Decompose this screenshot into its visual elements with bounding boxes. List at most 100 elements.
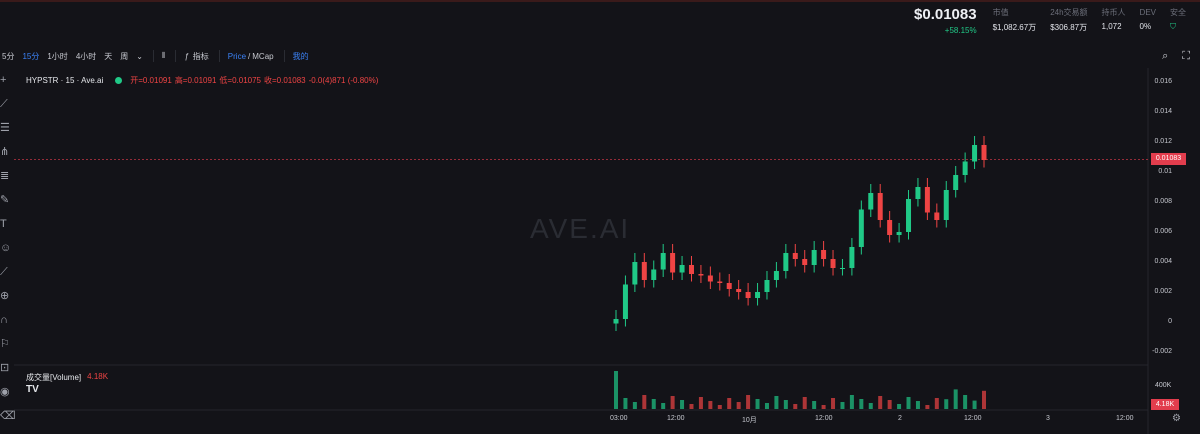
- candle-body: [830, 259, 836, 268]
- stat-dev: DEV 0%: [1139, 8, 1156, 31]
- divider: [218, 50, 220, 62]
- price-toggle[interactable]: Price: [228, 52, 246, 61]
- volume-bar: [915, 401, 920, 409]
- volume-bar: [972, 400, 977, 409]
- toolbar-right: ⌕ ⛶: [1148, 46, 1190, 66]
- price-tick: 0.008: [1154, 198, 1172, 205]
- mcap-toggle[interactable]: MCap: [252, 52, 273, 61]
- price-change: +58.15%: [944, 26, 977, 35]
- current-price-tag: 0.01083: [1151, 153, 1186, 165]
- candle-body: [717, 281, 723, 283]
- volume-bar: [764, 403, 769, 409]
- price-tick: 0: [1168, 318, 1172, 325]
- volume-bar: [868, 403, 873, 409]
- volume-bar: [859, 399, 864, 409]
- candle-body: [802, 259, 808, 265]
- volume-bar: [963, 395, 968, 409]
- interval-1h[interactable]: 1小时: [47, 51, 67, 62]
- candle-body: [943, 190, 949, 220]
- interval-week[interactable]: 周: [120, 51, 128, 62]
- volume-bar: [802, 397, 807, 409]
- candle-body: [726, 283, 732, 289]
- interval-day[interactable]: 天: [104, 51, 112, 62]
- candle-body: [613, 319, 619, 324]
- volume-bar: [661, 403, 666, 409]
- price-chart[interactable]: [0, 68, 1200, 434]
- time-tick: 03:00: [610, 415, 628, 422]
- divider: [283, 50, 285, 62]
- price-tick: 0.002: [1154, 288, 1172, 295]
- volume-bar: [755, 399, 760, 409]
- volume-bar: [944, 399, 949, 409]
- candle-body: [868, 193, 874, 210]
- candle-body: [924, 187, 930, 213]
- volume-bar: [736, 402, 741, 409]
- candle-body: [736, 289, 742, 292]
- candle-body: [906, 199, 912, 232]
- tradingview-logo[interactable]: TV: [26, 384, 48, 398]
- candle-type-icon[interactable]: ⫴: [162, 51, 165, 61]
- stat-market-cap: 市值 $1,082.67万: [992, 8, 1037, 32]
- toggle-separator: /: [248, 51, 251, 61]
- volume-bar: [793, 404, 798, 409]
- candle-body: [792, 253, 798, 259]
- interval-15m[interactable]: 15分: [22, 51, 39, 62]
- volume-bar: [708, 401, 713, 409]
- volume-bar: [953, 389, 958, 409]
- volume-bar: [906, 397, 911, 409]
- volume-bar: [746, 395, 751, 409]
- chevron-down-icon[interactable]: ⌄: [136, 52, 143, 61]
- price-tick: 0.014: [1154, 108, 1172, 115]
- candle-body: [849, 247, 855, 268]
- volume-bar: [632, 402, 637, 409]
- watermark: AVE.AI: [530, 213, 631, 244]
- mine-button[interactable]: 我的: [293, 51, 309, 62]
- low-value: 低=0.01075: [219, 76, 261, 85]
- fx-icon[interactable]: ƒ: [184, 52, 188, 61]
- time-tick: 12:00: [964, 415, 982, 422]
- candle-body: [972, 145, 978, 162]
- volume-bar: [651, 399, 656, 409]
- stat-security[interactable]: 安全 ⛉: [1170, 4, 1186, 32]
- search-icon[interactable]: ⌕: [1162, 50, 1168, 63]
- interval-4h[interactable]: 4小时: [76, 51, 96, 62]
- volume-bar: [878, 396, 883, 409]
- change-value: -0.0(4)871 (-0.80%): [308, 76, 379, 85]
- volume-bar: [698, 397, 703, 409]
- time-tick: 3: [1046, 415, 1050, 422]
- candle-body: [962, 161, 968, 175]
- volume-value: 4.18K: [87, 372, 109, 381]
- price-tick: 0.004: [1154, 258, 1172, 265]
- price-tick: 0.012: [1154, 138, 1172, 145]
- fullscreen-icon[interactable]: ⛶: [1182, 50, 1190, 63]
- candle-body: [755, 292, 761, 298]
- volume-bar: [897, 404, 902, 409]
- price-tick: -0.002: [1152, 348, 1172, 355]
- candle-body: [773, 271, 779, 280]
- volume-bar: [680, 400, 685, 409]
- divider: [175, 50, 177, 62]
- gear-icon[interactable]: ⚙: [1172, 413, 1181, 424]
- indicators-button[interactable]: 指标: [193, 51, 209, 62]
- interval-5m[interactable]: 5分: [2, 51, 14, 62]
- candle-body: [679, 265, 685, 273]
- time-tick: 10月: [742, 417, 757, 424]
- status-dot: [115, 77, 123, 84]
- volume-bar: [887, 400, 892, 409]
- candle-body: [641, 262, 647, 280]
- volume-legend: 成交量[Volume] 4.18K: [26, 372, 108, 383]
- volume-bar: [717, 405, 722, 409]
- volume-bar: [925, 405, 930, 409]
- price-tick: 0.016: [1154, 78, 1172, 85]
- candle-body: [981, 145, 987, 160]
- stat-holders: 持币人 1,072: [1101, 8, 1126, 31]
- candle-body: [811, 250, 817, 265]
- volume-bar: [670, 396, 675, 409]
- candle-body: [632, 262, 638, 285]
- volume-bar: [821, 405, 826, 409]
- volume-bar: [623, 398, 628, 409]
- top-accent-bar: [0, 0, 1200, 2]
- candle-body: [858, 209, 864, 247]
- candle-body: [670, 253, 676, 273]
- candle-body: [651, 269, 657, 280]
